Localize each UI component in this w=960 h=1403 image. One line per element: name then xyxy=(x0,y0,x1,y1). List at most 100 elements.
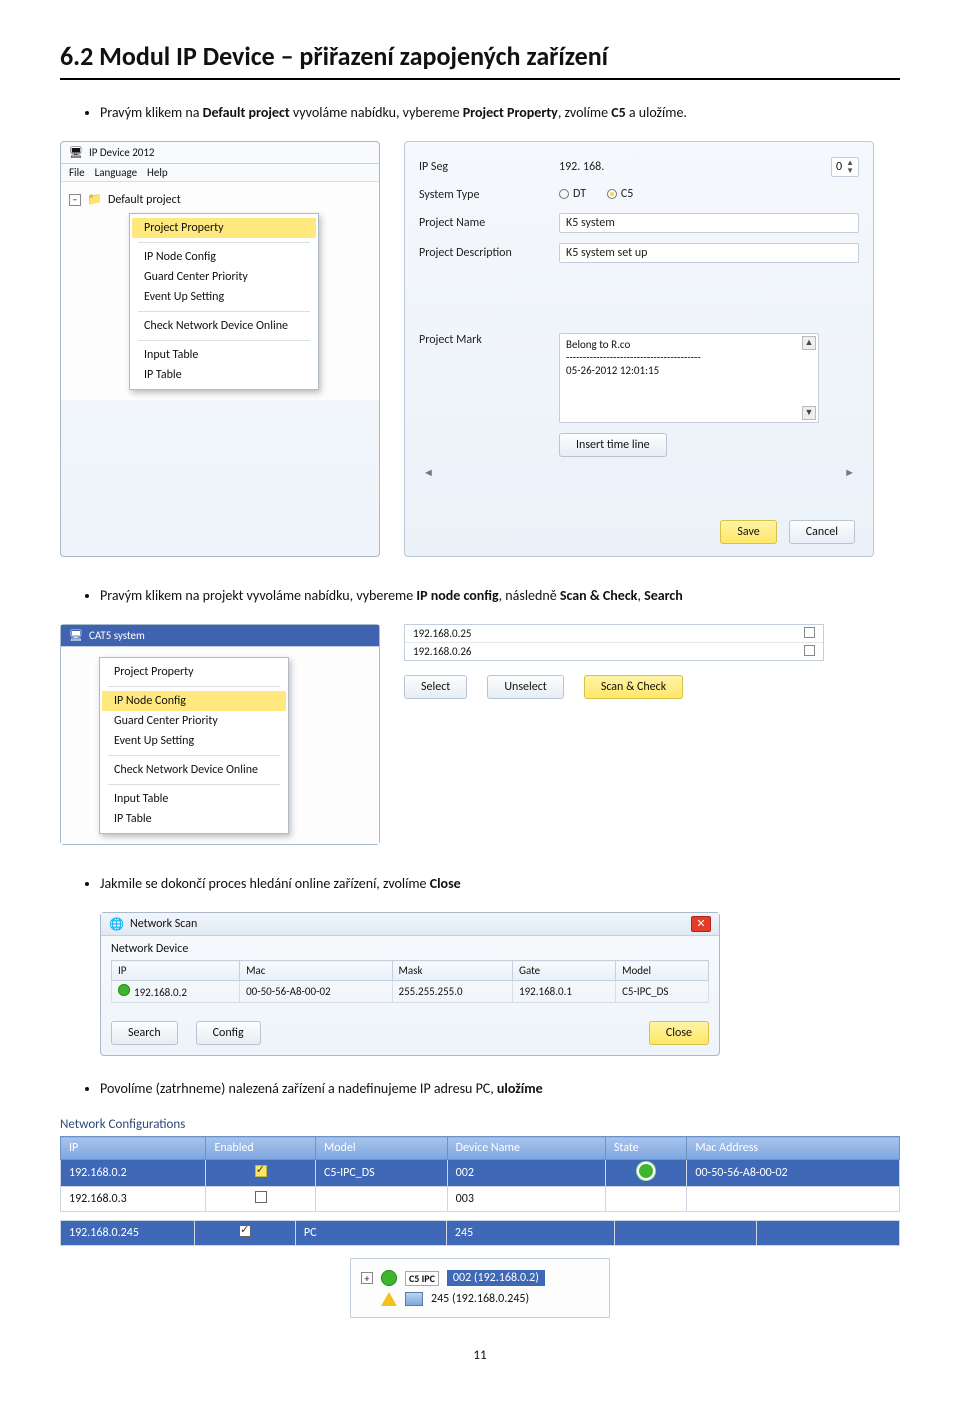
bullet-2: Pravým klikem na projekt vyvoláme nabídk… xyxy=(100,585,900,606)
col-mask[interactable]: Mask xyxy=(392,961,513,981)
context-menu: Project Property IP Node Config Guard Ce… xyxy=(129,213,319,390)
config-button[interactable]: Config xyxy=(196,1021,261,1045)
checkbox-enabled-2[interactable] xyxy=(255,1191,267,1203)
cat5-title: CAT5 system xyxy=(89,629,145,642)
heading-underline xyxy=(60,78,900,80)
menu-project-property[interactable]: Project Property xyxy=(132,218,316,238)
network-scan-window: 🌐 Network Scan ✕ Network Device IP Mac Ma… xyxy=(100,912,720,1056)
ip-seg-value: 192. 168. xyxy=(559,160,821,174)
save-button[interactable]: Save xyxy=(720,520,776,544)
scan-subtitle: Network Device xyxy=(101,936,719,956)
scroll-right-icon[interactable]: ► xyxy=(844,466,855,508)
menu-event-up-setting[interactable]: Event Up Setting xyxy=(132,287,316,307)
menu2-ip-table[interactable]: IP Table xyxy=(102,809,286,829)
close-icon[interactable]: ✕ xyxy=(691,916,711,932)
tree-root[interactable]: Default project xyxy=(108,193,181,207)
bullet-1: Pravým klikem na Default project vyvolám… xyxy=(100,102,900,123)
cat5-titlebar[interactable]: 🖥 CAT5 system xyxy=(61,625,379,647)
tree-expand-icon[interactable]: + xyxy=(361,1272,373,1284)
state-ok-icon xyxy=(639,1164,653,1178)
tree-node-1[interactable]: 002 (192.168.0.2) xyxy=(447,1270,545,1286)
menu-guard-center-priority[interactable]: Guard Center Priority xyxy=(132,267,316,287)
badge-c5ipc: C5 IPC xyxy=(405,1271,439,1286)
status-ok-icon xyxy=(118,984,130,996)
menu-check-network-device-online[interactable]: Check Network Device Online xyxy=(132,316,316,336)
folder-icon: 📁 xyxy=(87,192,102,207)
project-property-panel: IP Seg 192. 168. 0▲▼ System Type DT C5 P… xyxy=(404,141,874,557)
checkbox-enabled-pc[interactable] xyxy=(239,1225,251,1237)
ip-list-panel: 192.168.0.25 192.168.0.26 Select Unselec… xyxy=(404,624,824,845)
bullet-3: Jakmile se dokončí proces hledání online… xyxy=(100,873,900,894)
menu2-event-up-setting[interactable]: Event Up Setting xyxy=(102,731,286,751)
tree-expand-icon[interactable]: − xyxy=(69,194,81,206)
checkbox-enabled-1[interactable] xyxy=(255,1165,267,1177)
ip-row-1[interactable]: 192.168.0.25 xyxy=(405,625,823,643)
insert-time-line-button[interactable]: Insert time line xyxy=(559,433,667,457)
nc-row-2[interactable]: 192.168.0.3 003 xyxy=(61,1187,900,1212)
project-description-input[interactable]: K5 system set up xyxy=(559,243,859,263)
cat5-window: 🖥 CAT5 system Project Property IP Node C… xyxy=(60,624,380,845)
col-gate[interactable]: Gate xyxy=(513,961,616,981)
nc-col-device-name[interactable]: Device Name xyxy=(447,1137,605,1160)
system-type-label: System Type xyxy=(419,188,549,202)
close-button[interactable]: Close xyxy=(649,1021,709,1045)
nc-col-state[interactable]: State xyxy=(605,1137,687,1160)
col-model[interactable]: Model xyxy=(616,961,709,981)
project-mark-textarea[interactable]: Belong to R.co -------------------------… xyxy=(559,333,819,423)
nc-col-enabled[interactable]: Enabled xyxy=(206,1137,315,1160)
monitor-icon xyxy=(405,1292,423,1306)
nc-col-ip[interactable]: IP xyxy=(61,1137,206,1160)
nc-col-model[interactable]: Model xyxy=(315,1137,447,1160)
scan-table: IP Mac Mask Gate Model 192.168.0.2 00-50… xyxy=(111,960,709,1003)
menu-input-table[interactable]: Input Table xyxy=(132,345,316,365)
menu2-ip-node-config[interactable]: IP Node Config xyxy=(102,691,286,711)
cancel-button[interactable]: Cancel xyxy=(789,520,855,544)
radio-dt[interactable]: DT xyxy=(559,187,586,201)
netcfg-table: IP Enabled Model Device Name State Mac A… xyxy=(60,1136,900,1212)
menu-file[interactable]: File xyxy=(69,166,85,179)
menu-help[interactable]: Help xyxy=(147,166,168,179)
select-button[interactable]: Select xyxy=(404,675,467,699)
netcfg-table-pc: 192.168.0.245 PC 245 xyxy=(60,1220,900,1246)
scan-check-button[interactable]: Scan & Check xyxy=(584,675,683,699)
page-number: 11 xyxy=(60,1348,900,1363)
window-titlebar: 🖥 IP Device 2012 xyxy=(61,142,379,164)
tree-node-2[interactable]: 245 (192.168.0.245) xyxy=(431,1292,529,1306)
globe-icon: 🌐 xyxy=(109,917,124,932)
ip-row-2[interactable]: 192.168.0.26 xyxy=(405,643,823,660)
netcfg-heading: Network Configurations xyxy=(60,1117,900,1132)
menu2-guard-center-priority[interactable]: Guard Center Priority xyxy=(102,711,286,731)
context-menu-2: Project Property IP Node Config Guard Ce… xyxy=(99,657,289,834)
project-description-label: Project Description xyxy=(419,246,549,260)
project-name-input[interactable]: K5 system xyxy=(559,213,859,233)
menu-ip-table[interactable]: IP Table xyxy=(132,365,316,385)
scan-row-1[interactable]: 192.168.0.2 00-50-56-A8-00-02 255.255.25… xyxy=(112,981,709,1003)
search-button[interactable]: Search xyxy=(111,1021,178,1045)
ipdevice-window: 🖥 IP Device 2012 File Language Help − 📁 … xyxy=(60,141,380,557)
unselect-button[interactable]: Unselect xyxy=(487,675,564,699)
scroll-left-icon[interactable]: ◄ xyxy=(423,466,434,508)
app-icon: 🖥 xyxy=(69,629,83,642)
col-ip[interactable]: IP xyxy=(112,961,240,981)
nc-row-1[interactable]: 192.168.0.2 C5-IPC_DS 002 00-50-56-A8-00… xyxy=(61,1160,900,1187)
window-title: IP Device 2012 xyxy=(89,146,155,159)
menu2-check-network-device-online[interactable]: Check Network Device Online xyxy=(102,760,286,780)
scan-title: Network Scan xyxy=(130,917,197,931)
menubar: File Language Help xyxy=(61,164,379,182)
ip-seg-spinner[interactable]: 0▲▼ xyxy=(831,157,859,177)
menu-ip-node-config[interactable]: IP Node Config xyxy=(132,247,316,267)
scroll-up-icon[interactable]: ▲ xyxy=(802,336,816,350)
checkbox-icon[interactable] xyxy=(804,645,815,656)
menu2-project-property[interactable]: Project Property xyxy=(102,662,286,682)
radio-c5[interactable]: C5 xyxy=(607,187,633,201)
col-mac[interactable]: Mac xyxy=(240,961,392,981)
nc-col-mac[interactable]: Mac Address xyxy=(687,1137,900,1160)
project-name-label: Project Name xyxy=(419,216,549,230)
menu2-input-table[interactable]: Input Table xyxy=(102,789,286,809)
network-config-section: Network Configurations IP Enabled Model … xyxy=(60,1117,900,1246)
scroll-down-icon[interactable]: ▼ xyxy=(802,406,816,420)
nc-row-pc[interactable]: 192.168.0.245 PC 245 xyxy=(61,1221,900,1246)
menu-language[interactable]: Language xyxy=(95,166,137,179)
checkbox-icon[interactable] xyxy=(804,627,815,638)
app-icon: 🖥 xyxy=(69,146,83,159)
